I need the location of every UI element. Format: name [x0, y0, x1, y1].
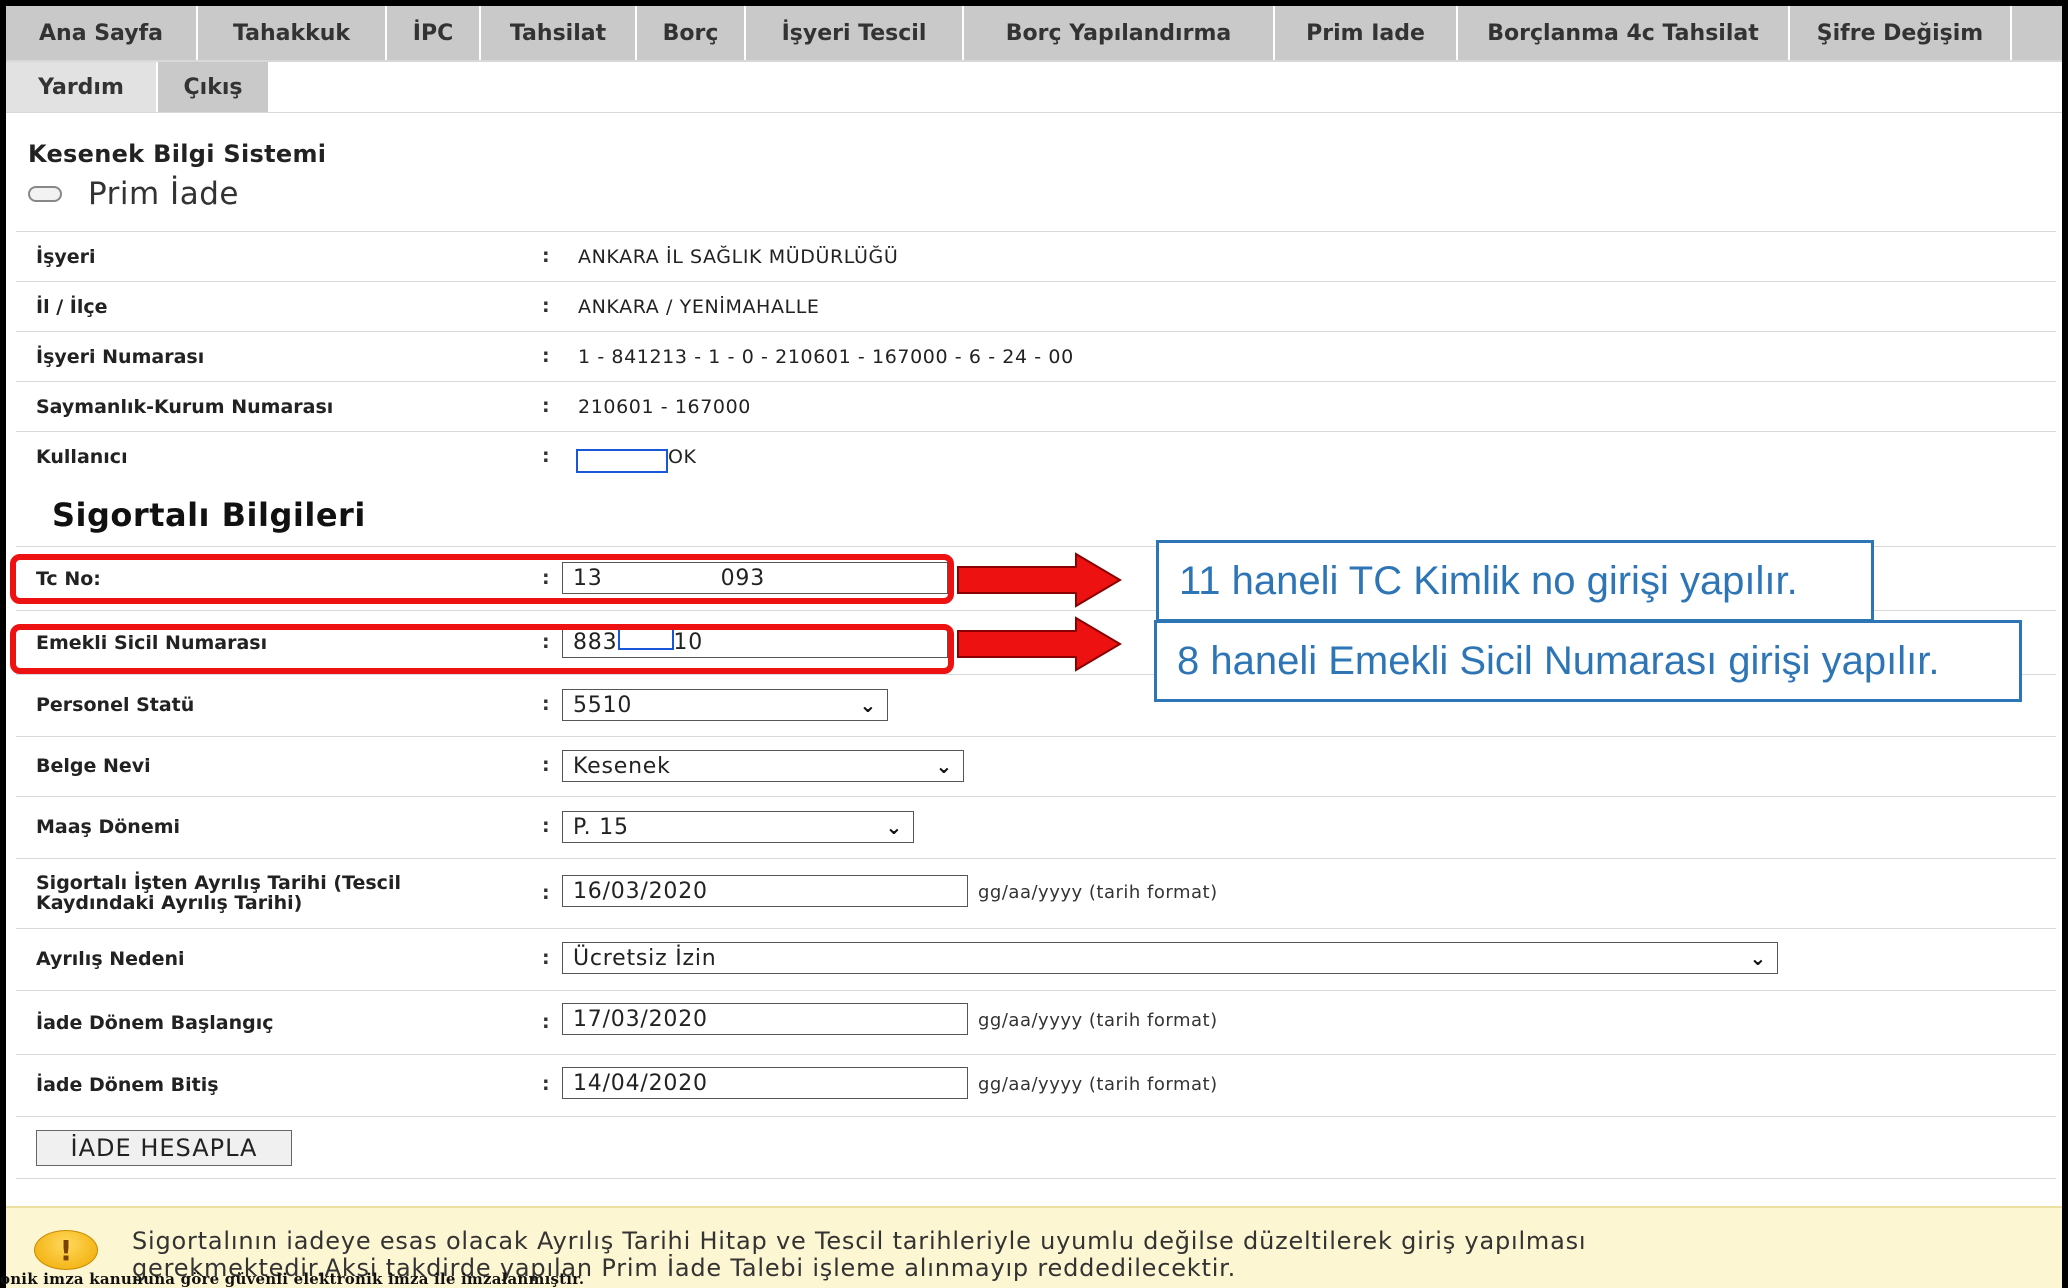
nav-prim-iade[interactable]: Prim Iade [1275, 6, 1458, 60]
nav-isyeri-tescil[interactable]: İşyeri Tescil [746, 6, 964, 60]
iade-hesapla-button[interactable]: İADE HESAPLA [36, 1130, 292, 1166]
personel-statu-value: 5510 [573, 692, 633, 718]
label-saymanlik: Saymanlık-Kurum Numarası [36, 396, 334, 418]
nav-divider [6, 112, 2062, 113]
label-ayrilis-tarihi-1: Sigortalı İşten Ayrılış Tarihi (Tescil [36, 872, 401, 894]
row-saymanlik: Saymanlık-Kurum Numarası : 210601 - 1670… [36, 395, 751, 418]
page-title-text: Prim İade [88, 176, 239, 212]
page-bullet-icon [28, 186, 62, 202]
page-title: Prim İade [28, 176, 239, 212]
section-title-sigortali: Sigortalı Bilgileri [52, 496, 366, 534]
chevron-down-icon: ⌄ [859, 693, 877, 717]
nav-ipc[interactable]: İPC [387, 6, 481, 60]
value-il-ilce: ANKARA / YENİMAHALLE [578, 296, 820, 318]
row-maas-donemi: Maaş Dönemi : [36, 815, 550, 838]
date-format-hint: gg/aa/yyyy (tarih format) [978, 882, 1218, 903]
label-ayrilis-nedeni: Ayrılış Nedeni [36, 948, 185, 970]
nav-cikis[interactable]: Çıkış [158, 62, 270, 112]
callout-tc-no: 11 haneli TC Kimlik no girişi yapılır. [1156, 540, 1874, 622]
nav-yardim[interactable]: Yardım [6, 62, 158, 112]
belge-nevi-select[interactable]: Kesenek ⌄ [562, 750, 964, 782]
nav-borc[interactable]: Borç [637, 6, 746, 60]
label-iade-baslangic: İade Dönem Başlangıç [36, 1012, 274, 1034]
value-isyeri-no: 1 - 841213 - 1 - 0 - 210601 - 167000 - 6… [578, 346, 1074, 368]
maas-donemi-value: P. 15 [573, 814, 629, 840]
redaction-box [576, 449, 668, 473]
arrow-right-icon [957, 552, 1122, 608]
ayrilis-nedeni-select[interactable]: Ücretsiz İzin ⌄ [562, 942, 1778, 974]
top-nav: Ana Sayfa Tahakkuk İPC Tahsilat Borç İşy… [6, 6, 2062, 62]
highlight-tc-no [10, 554, 954, 604]
row-isyeri: İşyeri : ANKARA İL SAĞLIK MÜDÜRLÜĞÜ [36, 245, 899, 268]
row-isyeri-no: İşyeri Numarası : 1 - 841213 - 1 - 0 - 2… [36, 345, 1074, 368]
system-title: Kesenek Bilgi Sistemi [28, 140, 327, 168]
chevron-down-icon: ⌄ [885, 815, 903, 839]
nav-borc-yapilandirma[interactable]: Borç Yapılandırma [964, 6, 1275, 60]
row-kullanici: Kullanıcı : Ç OK [36, 445, 697, 468]
iade-bitis-input[interactable]: 14/04/2020 [562, 1067, 968, 1099]
label-ayrilis-tarihi-2: Kaydındaki Ayrılış Tarihi) [36, 892, 303, 914]
nav-sifre-degisim[interactable]: Şifre Değişim [1790, 6, 2012, 60]
label-maas-donemi: Maaş Dönemi [36, 816, 181, 838]
footer-signature: onik imza kanununa göre güvenli elektron… [0, 1270, 585, 1288]
highlight-emekli-sicil [10, 624, 954, 674]
label-il-ilce: İl / İlçe [36, 296, 108, 318]
date-format-hint: gg/aa/yyyy (tarih format) [978, 1074, 1218, 1095]
warning-line-1: Sigortalının iadeye esas olacak Ayrılış … [132, 1227, 1587, 1255]
label-kullanici: Kullanıcı [36, 446, 128, 468]
date-format-hint: gg/aa/yyyy (tarih format) [978, 1010, 1218, 1031]
label-isyeri: İşyeri [36, 246, 96, 268]
row-belge-nevi: Belge Nevi : [36, 754, 550, 777]
value-saymanlik: 210601 - 167000 [578, 396, 751, 418]
nav-ana-sayfa[interactable]: Ana Sayfa [6, 6, 198, 60]
ayrilis-nedeni-value: Ücretsiz İzin [573, 945, 717, 971]
iade-baslangic-input[interactable]: 17/03/2020 [562, 1003, 968, 1035]
row-il-ilce: İl / İlçe : ANKARA / YENİMAHALLE [36, 295, 820, 318]
maas-donemi-select[interactable]: P. 15 ⌄ [562, 811, 914, 843]
value-kullanici-end: OK [668, 446, 697, 468]
nav-tahakkuk[interactable]: Tahakkuk [198, 6, 387, 60]
chevron-down-icon: ⌄ [1749, 946, 1767, 970]
callout-emekli-sicil: 8 haneli Emekli Sicil Numarası girişi ya… [1154, 620, 2022, 702]
value-isyeri: ANKARA İL SAĞLIK MÜDÜRLÜĞÜ [578, 246, 899, 268]
arrow-right-icon [957, 616, 1122, 672]
system-title-box: Kesenek Bilgi Sistemi [28, 140, 326, 168]
label-belge-nevi: Belge Nevi [36, 755, 151, 777]
label-iade-bitis: İade Dönem Bitiş [36, 1074, 219, 1096]
belge-nevi-value: Kesenek [573, 753, 671, 779]
personel-statu-select[interactable]: 5510 ⌄ [562, 689, 888, 721]
chevron-down-icon: ⌄ [935, 754, 953, 778]
nav-borclanma-4c[interactable]: Borçlanma 4c Tahsilat [1458, 6, 1790, 60]
top-nav-secondary: Yardım Çıkış [6, 62, 270, 112]
label-personel-statu: Personel Statü [36, 694, 195, 716]
ayrilis-tarihi-input[interactable]: 16/03/2020 [562, 875, 968, 907]
label-isyeri-no: İşyeri Numarası [36, 346, 205, 368]
nav-tahsilat[interactable]: Tahsilat [481, 6, 637, 60]
warning-icon: ! [34, 1230, 98, 1270]
